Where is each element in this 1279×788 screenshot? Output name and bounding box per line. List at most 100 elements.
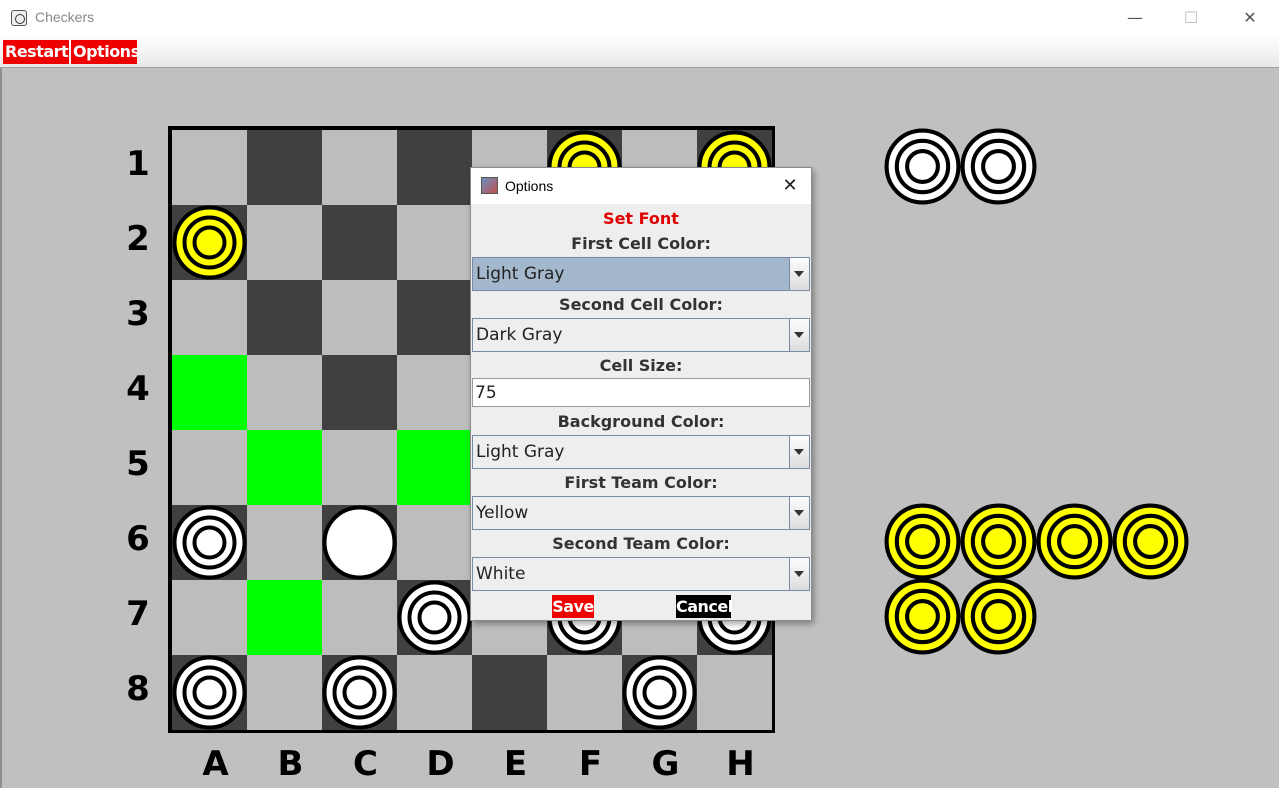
java-app-icon — [481, 177, 498, 194]
column-label: C — [353, 744, 378, 784]
board-cell-b8[interactable] — [247, 655, 322, 730]
board-cell-c7[interactable] — [322, 580, 397, 655]
board-cell-h8[interactable] — [697, 655, 772, 730]
board-cell-b4[interactable] — [247, 355, 322, 430]
board-cell-d1[interactable] — [397, 130, 472, 205]
column-label: B — [277, 744, 304, 784]
white-checker-piece[interactable] — [397, 580, 472, 655]
chevron-down-icon[interactable] — [789, 497, 809, 529]
board-cell-b1[interactable] — [247, 130, 322, 205]
captured-yellow-piece — [960, 503, 1037, 580]
first-cell-color-label: First Cell Color: — [571, 234, 711, 253]
second-team-color-value: White — [476, 564, 526, 584]
column-label: A — [202, 744, 229, 784]
second-cell-color-label: Second Cell Color: — [559, 295, 723, 314]
captured-yellow-piece — [960, 578, 1037, 655]
board-cell-d5[interactable] — [397, 430, 472, 505]
board-cell-d8[interactable] — [397, 655, 472, 730]
chevron-down-icon[interactable] — [789, 258, 809, 290]
first-cell-color-select[interactable]: Light Gray — [472, 257, 810, 291]
first-team-color-value: Yellow — [476, 503, 529, 523]
board-cell-d6[interactable] — [397, 505, 472, 580]
second-team-color-label: Second Team Color: — [552, 534, 730, 553]
white-checker-piece[interactable] — [322, 655, 397, 730]
board-cell-c3[interactable] — [322, 280, 397, 355]
row-label: 4 — [126, 369, 150, 409]
app-icon — [11, 10, 27, 26]
board-cell-d3[interactable] — [397, 280, 472, 355]
close-button[interactable]: ✕ — [1227, 0, 1273, 36]
white-checker-piece[interactable] — [172, 655, 247, 730]
row-label: 8 — [126, 669, 150, 709]
maximize-button[interactable]: ☐ — [1168, 0, 1214, 36]
menu-bar: Restart Options — [0, 36, 1279, 68]
board-cell-a7[interactable] — [172, 580, 247, 655]
board-cell-e8[interactable] — [472, 655, 547, 730]
board-cell-f8[interactable] — [547, 655, 622, 730]
captured-yellow-piece — [1112, 503, 1189, 580]
window-title: Checkers — [35, 9, 95, 25]
chevron-down-icon[interactable] — [789, 558, 809, 590]
chevron-down-icon[interactable] — [789, 436, 809, 468]
options-button[interactable]: Options — [71, 40, 140, 64]
board-cell-b5[interactable] — [247, 430, 322, 505]
board-cell-a1[interactable] — [172, 130, 247, 205]
row-label: 7 — [126, 594, 150, 634]
second-team-color-select[interactable]: White — [472, 557, 810, 591]
yellow-checker-piece[interactable] — [172, 205, 247, 280]
board-cell-b3[interactable] — [247, 280, 322, 355]
second-cell-color-value: Dark Gray — [476, 325, 563, 345]
background-color-value: Light Gray — [476, 442, 565, 462]
column-label: H — [726, 744, 755, 784]
minimize-button[interactable]: — — [1112, 0, 1158, 36]
row-label: 6 — [126, 519, 150, 559]
column-label: F — [578, 744, 603, 784]
column-label: E — [503, 744, 528, 784]
board-cell-a3[interactable] — [172, 280, 247, 355]
white-checker-piece[interactable] — [622, 655, 697, 730]
captured-yellow-piece — [884, 578, 961, 655]
white-checker-piece[interactable] — [322, 505, 397, 580]
background-color-select[interactable]: Light Gray — [472, 435, 810, 469]
column-label: G — [651, 744, 680, 784]
board-cell-a4[interactable] — [172, 355, 247, 430]
white-checker-piece[interactable] — [172, 505, 247, 580]
captured-yellow-piece — [884, 503, 961, 580]
captured-white-piece — [960, 128, 1037, 205]
save-button[interactable]: Save — [552, 595, 594, 618]
board-cell-a5[interactable] — [172, 430, 247, 505]
cancel-button[interactable]: Cancel — [676, 595, 733, 618]
options-dialog: Options ✕ Set Font First Cell Color: Lig… — [470, 167, 812, 621]
dialog-title-bar[interactable]: Options ✕ — [471, 168, 811, 204]
column-label: D — [426, 744, 455, 784]
board-cell-b6[interactable] — [247, 505, 322, 580]
cell-size-field-wrapper — [472, 378, 810, 407]
board-cell-c1[interactable] — [322, 130, 397, 205]
restart-button[interactable]: Restart — [3, 40, 69, 64]
dialog-title: Options — [505, 178, 554, 194]
set-font-button[interactable]: Set Font — [471, 209, 811, 228]
first-team-color-label: First Team Color: — [564, 473, 718, 492]
first-cell-color-value: Light Gray — [476, 264, 565, 284]
first-team-color-select[interactable]: Yellow — [472, 496, 810, 530]
row-label: 2 — [126, 219, 150, 259]
chevron-down-icon[interactable] — [789, 319, 809, 351]
board-cell-b2[interactable] — [247, 205, 322, 280]
board-cell-c4[interactable] — [322, 355, 397, 430]
dialog-close-icon[interactable]: ✕ — [775, 171, 805, 201]
row-label: 1 — [126, 144, 150, 184]
cell-size-input[interactable] — [473, 379, 795, 406]
board-cell-d2[interactable] — [397, 205, 472, 280]
captured-yellow-piece — [1036, 503, 1113, 580]
cell-size-label: Cell Size: — [599, 356, 683, 375]
background-color-label: Background Color: — [557, 412, 725, 431]
captured-white-piece — [884, 128, 961, 205]
row-label: 5 — [126, 444, 150, 484]
board-cell-c5[interactable] — [322, 430, 397, 505]
second-cell-color-select[interactable]: Dark Gray — [472, 318, 810, 352]
board-cell-c2[interactable] — [322, 205, 397, 280]
row-label: 3 — [126, 294, 150, 334]
title-bar: Checkers — ☐ ✕ — [0, 0, 1279, 36]
board-cell-b7[interactable] — [247, 580, 322, 655]
board-cell-d4[interactable] — [397, 355, 472, 430]
